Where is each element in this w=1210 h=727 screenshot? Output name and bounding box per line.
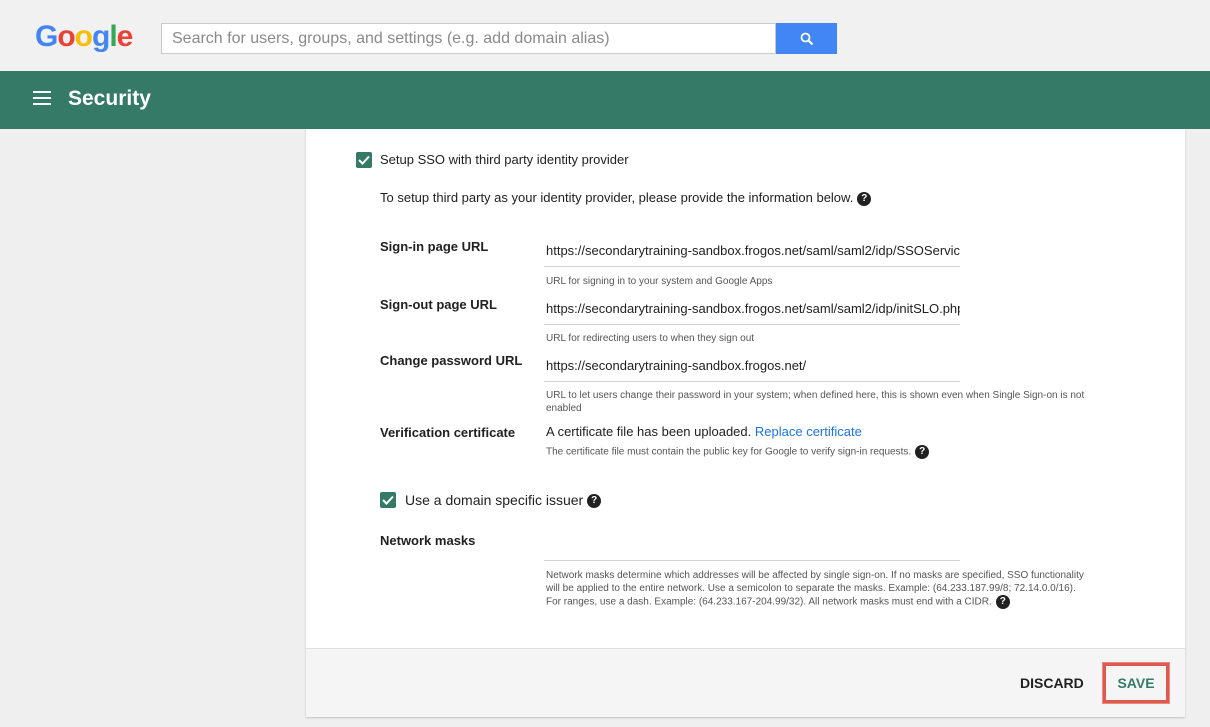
domain-issuer-checkbox[interactable] [380,492,396,508]
sso-checkbox[interactable] [356,152,372,168]
certificate-status: A certificate file has been uploaded. Re… [546,424,862,439]
field-underline [544,266,960,267]
network-masks-field[interactable] [546,537,960,557]
network-masks-hint: Network masks determine which addresses … [546,569,1176,609]
logo-letter: e [116,20,134,53]
hamburger-menu-icon[interactable] [33,91,51,109]
hint-line: URL to let users change their password i… [546,390,1085,401]
discard-button[interactable]: DISCARD [1020,675,1084,691]
hint-line: Network masks determine which addresses … [546,570,1084,581]
field-underline [544,324,960,325]
page-title: Security [68,87,151,110]
search-input[interactable] [161,23,776,54]
certificate-hint-text: The certificate file must contain the pu… [546,446,912,458]
signout-url-label: Sign-out page URL [380,297,497,312]
search-icon [800,32,813,45]
field-underline [544,381,960,382]
checkmark-icon [358,155,370,165]
certificate-hint: The certificate file must contain the pu… [546,445,930,459]
signin-url-label: Sign-in page URL [380,239,489,254]
logo-letter: G [35,20,58,53]
domain-issuer-label-wrap: Use a domain specific issuer? [405,492,602,509]
logo-letter: o [74,20,93,53]
help-icon[interactable]: ? [915,445,930,459]
sso-checkbox-label: Setup SSO with third party identity prov… [380,152,629,167]
help-icon[interactable]: ? [857,191,872,206]
checkmark-icon [382,495,394,505]
save-button[interactable]: SAVE [1103,663,1169,703]
verification-certificate-label: Verification certificate [380,425,516,440]
change-password-url-hint: URL to let users change their password i… [546,389,1166,415]
logo-letter: l [109,20,117,53]
search-button[interactable] [776,23,837,54]
intro-text: To setup third party as your identity pr… [380,190,872,206]
app-header: Security [0,71,1210,129]
network-masks-label: Network masks [380,533,476,548]
change-password-url-field[interactable]: https://secondarytraining-sandbox.frogos… [546,358,960,373]
certificate-status-text: A certificate file has been uploaded. [546,424,752,439]
logo-letter: o [57,20,75,53]
signin-url-hint: URL for signing in to your system and Go… [546,276,773,287]
signout-url-field[interactable]: https://secondarytraining-sandbox.frogos… [546,301,960,316]
logo-letter: g [92,20,110,53]
hint-line-text: For ranges, use a dash. Example: (64.233… [546,596,992,608]
hint-line: For ranges, use a dash. Example: (64.233… [546,595,1176,609]
replace-certificate-link[interactable]: Replace certificate [755,424,862,439]
help-icon[interactable]: ? [995,595,1010,609]
hint-line: will be applied to the entire network. U… [546,583,1076,594]
signin-url-field[interactable]: https://secondarytraining-sandbox.frogos… [546,243,960,258]
intro-text-content: To setup third party as your identity pr… [380,190,854,205]
top-bar: Google [0,0,1210,71]
help-icon[interactable]: ? [587,494,602,509]
domain-issuer-label: Use a domain specific issuer [405,492,584,508]
card-footer: DISCARD SAVE [306,648,1185,717]
sso-settings-card: Setup SSO with third party identity prov… [306,129,1185,717]
change-password-url-label: Change password URL [380,353,523,368]
google-logo[interactable]: Google [35,20,134,54]
field-underline [544,560,960,561]
hint-line: enabled [546,403,582,414]
search-bar [161,23,837,54]
signout-url-hint: URL for redirecting users to when they s… [546,333,755,344]
